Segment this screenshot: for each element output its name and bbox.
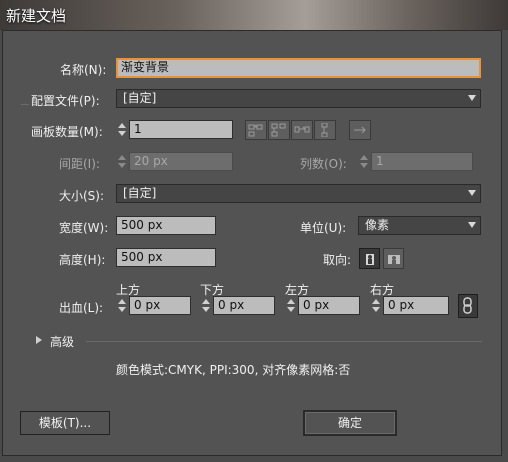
bleed-right-stepper[interactable] (370, 297, 382, 314)
portrait-icon (366, 254, 374, 265)
width-input[interactable]: 500 px (116, 216, 216, 235)
size-select[interactable]: [自定] (116, 184, 481, 203)
height-label: 高度(H): (59, 253, 106, 267)
bleed-left-input[interactable]: 0 px (298, 296, 360, 315)
right-arrow-icon (354, 126, 366, 134)
spacing-label: 间距(I): (59, 157, 100, 171)
profile-label: 配置文件(P): (31, 94, 100, 108)
stepper-up-icon[interactable] (118, 123, 126, 128)
spacing-input[interactable]: 20 px (129, 152, 233, 171)
artboards-label: 画板数量(M): (31, 125, 103, 139)
chevron-down-icon (468, 190, 476, 196)
stepper-up-icon[interactable] (372, 299, 380, 304)
advanced-label[interactable]: 高级 (50, 333, 74, 350)
artboards-stepper[interactable] (116, 121, 128, 138)
stepper-down-icon[interactable] (360, 163, 368, 168)
bleed-right-input[interactable]: 0 px (383, 296, 449, 315)
bleed-bottom-input[interactable]: 0 px (213, 296, 275, 315)
layout-direction-button[interactable] (349, 120, 371, 140)
stepper-up-icon[interactable] (360, 155, 368, 160)
columns-stepper[interactable] (358, 153, 370, 170)
chevron-down-icon (468, 95, 476, 101)
template-button[interactable]: 模板(T)... (20, 411, 110, 435)
arrange-by-column-button[interactable] (314, 120, 336, 140)
grid-by-column-button[interactable] (268, 120, 290, 140)
size-select-value: [自定] (123, 186, 157, 200)
units-select-value: 像素 (365, 218, 390, 232)
stepper-down-icon[interactable] (118, 163, 126, 168)
profile-divider-left (21, 104, 29, 105)
width-label: 宽度(W): (59, 221, 109, 235)
bleed-link-button[interactable] (458, 294, 478, 318)
landscape-button[interactable] (383, 248, 404, 269)
advanced-divider (86, 341, 482, 342)
stepper-down-icon[interactable] (118, 307, 126, 312)
title-bar: 新建文档 (0, 0, 508, 30)
columns-input[interactable]: 1 (371, 152, 473, 171)
arrange-by-row-icon (294, 126, 310, 133)
ok-button[interactable]: 确定 (303, 410, 397, 436)
chevron-down-icon (468, 222, 476, 228)
stepper-up-icon[interactable] (287, 299, 295, 304)
size-label: 大小(S): (59, 189, 105, 203)
document-info-text: 颜色模式:CMYK, PPI:300, 对齐像素网格:否 (116, 363, 351, 377)
grid-by-row-icon (248, 124, 263, 137)
arrange-by-column-icon (321, 123, 328, 137)
new-document-dialog: 名称(N): 渐变背景 配置文件(P): [自定] 画板数量(M): 1 间距(… (2, 30, 502, 456)
units-select[interactable]: 像素 (358, 216, 481, 235)
grid-by-row-button[interactable] (245, 120, 267, 140)
landscape-icon (388, 255, 400, 264)
stepper-down-icon[interactable] (202, 307, 210, 312)
name-input[interactable]: 渐变背景 (116, 58, 481, 78)
columns-label: 列数(O): (300, 157, 347, 171)
spacing-stepper[interactable] (116, 153, 128, 170)
name-label: 名称(N): (60, 63, 107, 77)
units-label: 单位(U): (300, 221, 347, 235)
profile-select-value: [自定] (123, 91, 157, 105)
arrange-by-row-button[interactable] (291, 120, 313, 140)
height-input[interactable]: 500 px (116, 248, 216, 267)
profile-select[interactable]: [自定] (116, 89, 481, 108)
bleed-bottom-stepper[interactable] (200, 297, 212, 314)
orientation-label: 取向: (323, 253, 352, 267)
chain-link-icon (463, 297, 472, 314)
disclosure-triangle-icon[interactable] (35, 335, 43, 345)
artboards-input[interactable]: 1 (129, 120, 233, 139)
stepper-down-icon[interactable] (372, 307, 380, 312)
window-title: 新建文档 (6, 7, 67, 25)
stepper-down-icon[interactable] (118, 131, 126, 136)
stepper-up-icon[interactable] (118, 155, 126, 160)
stepper-down-icon[interactable] (287, 307, 295, 312)
grid-by-column-icon (271, 123, 286, 137)
stepper-up-icon[interactable] (118, 299, 126, 304)
bleed-top-stepper[interactable] (116, 297, 128, 314)
bleed-left-stepper[interactable] (285, 297, 297, 314)
bleed-top-input[interactable]: 0 px (129, 296, 191, 315)
stepper-up-icon[interactable] (202, 299, 210, 304)
bleed-label: 出血(L): (59, 301, 104, 315)
portrait-button[interactable] (359, 248, 380, 269)
